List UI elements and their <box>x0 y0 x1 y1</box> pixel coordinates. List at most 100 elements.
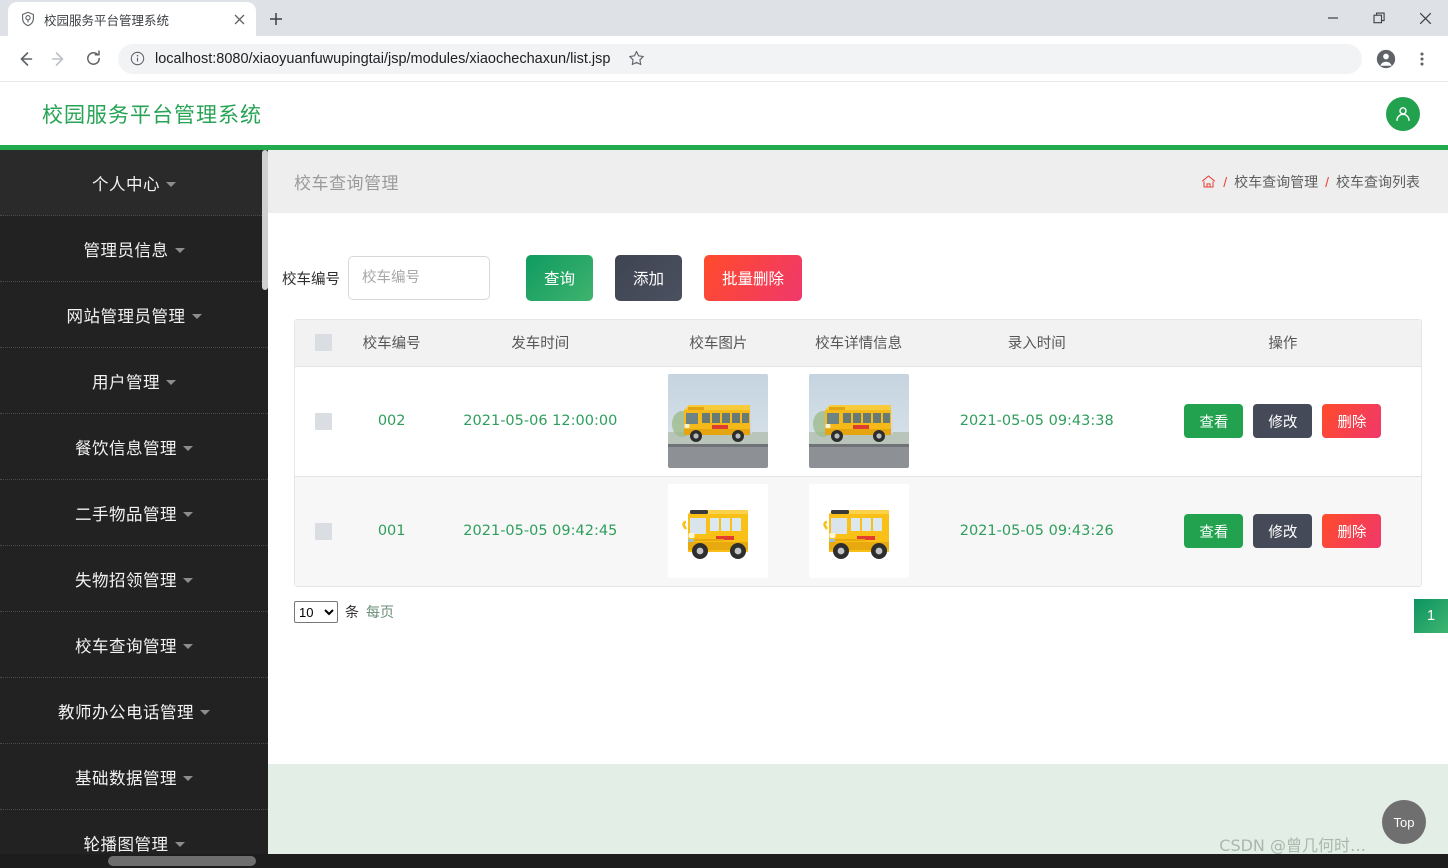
sidebar-item-label: 餐饮信息管理 <box>75 438 177 458</box>
sidebar-item-teacher-phone[interactable]: 教师办公电话管理 <box>0 678 268 744</box>
school-bus-photo[interactable] <box>808 484 909 579</box>
sidebar-item-user-management[interactable]: 用户管理 <box>0 348 268 414</box>
arrow-left-icon[interactable] <box>10 44 40 74</box>
address-bar-url: localhost:8080/xiaoyuanfuwupingtai/jsp/m… <box>155 50 611 67</box>
sidebar-item-personal-center[interactable]: 个人中心 <box>0 150 268 216</box>
chevron-down-icon <box>191 314 202 319</box>
sidebar-item-label: 网站管理员管理 <box>66 306 186 326</box>
horizontal-scrollbar-thumb[interactable] <box>108 856 256 866</box>
browser-tab-title: 校园服务平台管理系统 <box>44 13 170 28</box>
add-button[interactable]: 添加 <box>615 255 683 301</box>
column-header-image: 校车图片 <box>648 320 789 366</box>
three-dots-vertical-icon[interactable] <box>1406 43 1438 75</box>
sidebar-item-school-bus[interactable]: 校车查询管理 <box>0 612 268 678</box>
address-bar[interactable]: localhost:8080/xiaoyuanfuwupingtai/jsp/m… <box>118 43 1362 75</box>
cell-detail-image <box>788 475 929 586</box>
restore-icon[interactable] <box>1356 0 1402 36</box>
close-icon[interactable] <box>1402 0 1448 36</box>
breadcrumb-separator: / <box>1223 173 1228 190</box>
star-icon[interactable] <box>620 43 652 75</box>
school-bus-photo[interactable] <box>668 374 769 468</box>
sidebar-item-label: 教师办公电话管理 <box>58 702 194 722</box>
page-title: 校车查询管理 <box>294 174 399 194</box>
pagination-bar: 10 20 50 100 条 每页 1 <box>268 587 1448 633</box>
sidebar-item-label: 失物招领管理 <box>75 570 177 590</box>
profile-avatar-icon[interactable] <box>1370 43 1402 75</box>
batch-delete-button[interactable]: 批量删除 <box>704 255 803 301</box>
watermark-text: CSDN @曾几何时… <box>1219 836 1366 855</box>
breadcrumb: / 校车查询管理 / 校车查询列表 <box>1201 172 1420 192</box>
school-bus-photo[interactable] <box>808 374 909 468</box>
table-row: 001 2021-05-05 09:42:45 2021-05-05 09:43… <box>295 475 1421 586</box>
breadcrumb-parent[interactable]: 校车查询管理 <box>1234 172 1318 192</box>
sidebar-item-site-admin[interactable]: 网站管理员管理 <box>0 282 268 348</box>
scroll-to-top-button[interactable]: Top <box>1382 800 1426 844</box>
close-icon[interactable] <box>230 10 248 28</box>
cell-entry-time: 2021-05-05 09:43:38 <box>928 365 1145 476</box>
window-controls <box>1310 0 1448 36</box>
home-icon[interactable] <box>1201 174 1216 189</box>
sidebar-item-lost-and-found[interactable]: 失物招领管理 <box>0 546 268 612</box>
cell-entry-time: 2021-05-05 09:43:26 <box>928 475 1145 586</box>
page-size-select[interactable]: 10 20 50 100 <box>294 601 338 623</box>
table-header-row: 校车编号 发车时间 校车图片 校车详情信息 录入时间 操作 <box>295 320 1421 366</box>
table-head: 校车编号 发车时间 校车图片 校车详情信息 录入时间 操作 <box>295 320 1421 366</box>
search-input[interactable] <box>348 256 490 300</box>
chevron-down-icon <box>183 578 193 583</box>
reload-icon[interactable] <box>78 44 108 74</box>
column-header-operations: 操作 <box>1144 320 1421 366</box>
view-button[interactable]: 查看 <box>1184 404 1244 438</box>
cell-operations: 查看 修改 删除 <box>1144 365 1421 476</box>
edit-button[interactable]: 修改 <box>1253 514 1313 549</box>
sidebar-item-label: 轮播图管理 <box>83 834 169 854</box>
chevron-down-icon <box>174 842 185 847</box>
app-logo: 校园服务平台管理系统 <box>42 102 262 127</box>
minimize-icon[interactable] <box>1310 0 1356 36</box>
cell-number: 001 <box>351 475 433 586</box>
sidebar-item-catering[interactable]: 餐饮信息管理 <box>0 414 268 480</box>
sidebar-item-label: 校车查询管理 <box>75 636 177 656</box>
search-button[interactable]: 查询 <box>526 255 594 301</box>
sidebar-item-label: 管理员信息 <box>83 240 169 260</box>
view-button[interactable]: 查看 <box>1184 514 1244 549</box>
select-all-checkbox[interactable] <box>314 334 332 352</box>
arrow-right-icon[interactable] <box>44 44 74 74</box>
chevron-down-icon <box>183 644 193 649</box>
sidebar-item-admin-info[interactable]: 管理员信息 <box>0 216 268 282</box>
cell-number: 002 <box>351 365 433 476</box>
chevron-down-icon <box>200 710 210 715</box>
cell-depart-time: 2021-05-05 09:42:45 <box>432 475 649 586</box>
sidebar-item-label: 用户管理 <box>92 372 160 392</box>
data-table: 校车编号 发车时间 校车图片 校车详情信息 录入时间 操作 002 2021-0… <box>295 320 1421 586</box>
cell-image <box>648 475 789 586</box>
row-checkbox[interactable] <box>314 522 332 540</box>
column-header-entry-time: 录入时间 <box>928 320 1145 366</box>
breadcrumb-separator: / <box>1325 173 1329 190</box>
edit-button[interactable]: 修改 <box>1253 404 1313 438</box>
delete-button[interactable]: 删除 <box>1322 514 1382 549</box>
new-tab-button[interactable] <box>262 5 290 33</box>
app-header: 校园服务平台管理系统 <box>0 82 1448 145</box>
application-root: 校园服务平台管理系统 个人中心 管理员信息 网站管理员管理 用户管理 餐饮信息管… <box>0 82 1448 868</box>
column-header-detail-image: 校车详情信息 <box>788 320 929 366</box>
user-avatar-icon[interactable] <box>1386 96 1420 131</box>
footer-area: CSDN @曾几何时… Top <box>268 764 1448 868</box>
cell-image <box>648 365 789 476</box>
browser-tab[interactable]: 校园服务平台管理系统 <box>8 2 256 36</box>
chevron-down-icon <box>166 380 176 385</box>
delete-button[interactable]: 删除 <box>1322 404 1382 438</box>
table-body: 002 2021-05-06 12:00:00 2021-05-05 09:43… <box>295 365 1421 586</box>
sidebar-item-label: 个人中心 <box>92 174 160 194</box>
search-toolbar: 校车编号 查询 添加 批量删除 <box>268 213 1448 319</box>
row-checkbox[interactable] <box>314 412 332 430</box>
page-size-unit-label: 条 <box>345 605 359 621</box>
sidebar-item-label: 二手物品管理 <box>75 504 177 524</box>
sidebar-item-base-data[interactable]: 基础数据管理 <box>0 744 268 810</box>
column-header-number: 校车编号 <box>351 320 433 366</box>
sidebar-item-secondhand[interactable]: 二手物品管理 <box>0 480 268 546</box>
school-bus-photo[interactable] <box>668 484 769 579</box>
breadcrumb-current: 校车查询列表 <box>1336 174 1420 191</box>
horizontal-scrollbar[interactable] <box>0 854 1448 868</box>
page-number-button[interactable]: 1 <box>1414 599 1448 633</box>
row-select-cell <box>295 365 351 476</box>
